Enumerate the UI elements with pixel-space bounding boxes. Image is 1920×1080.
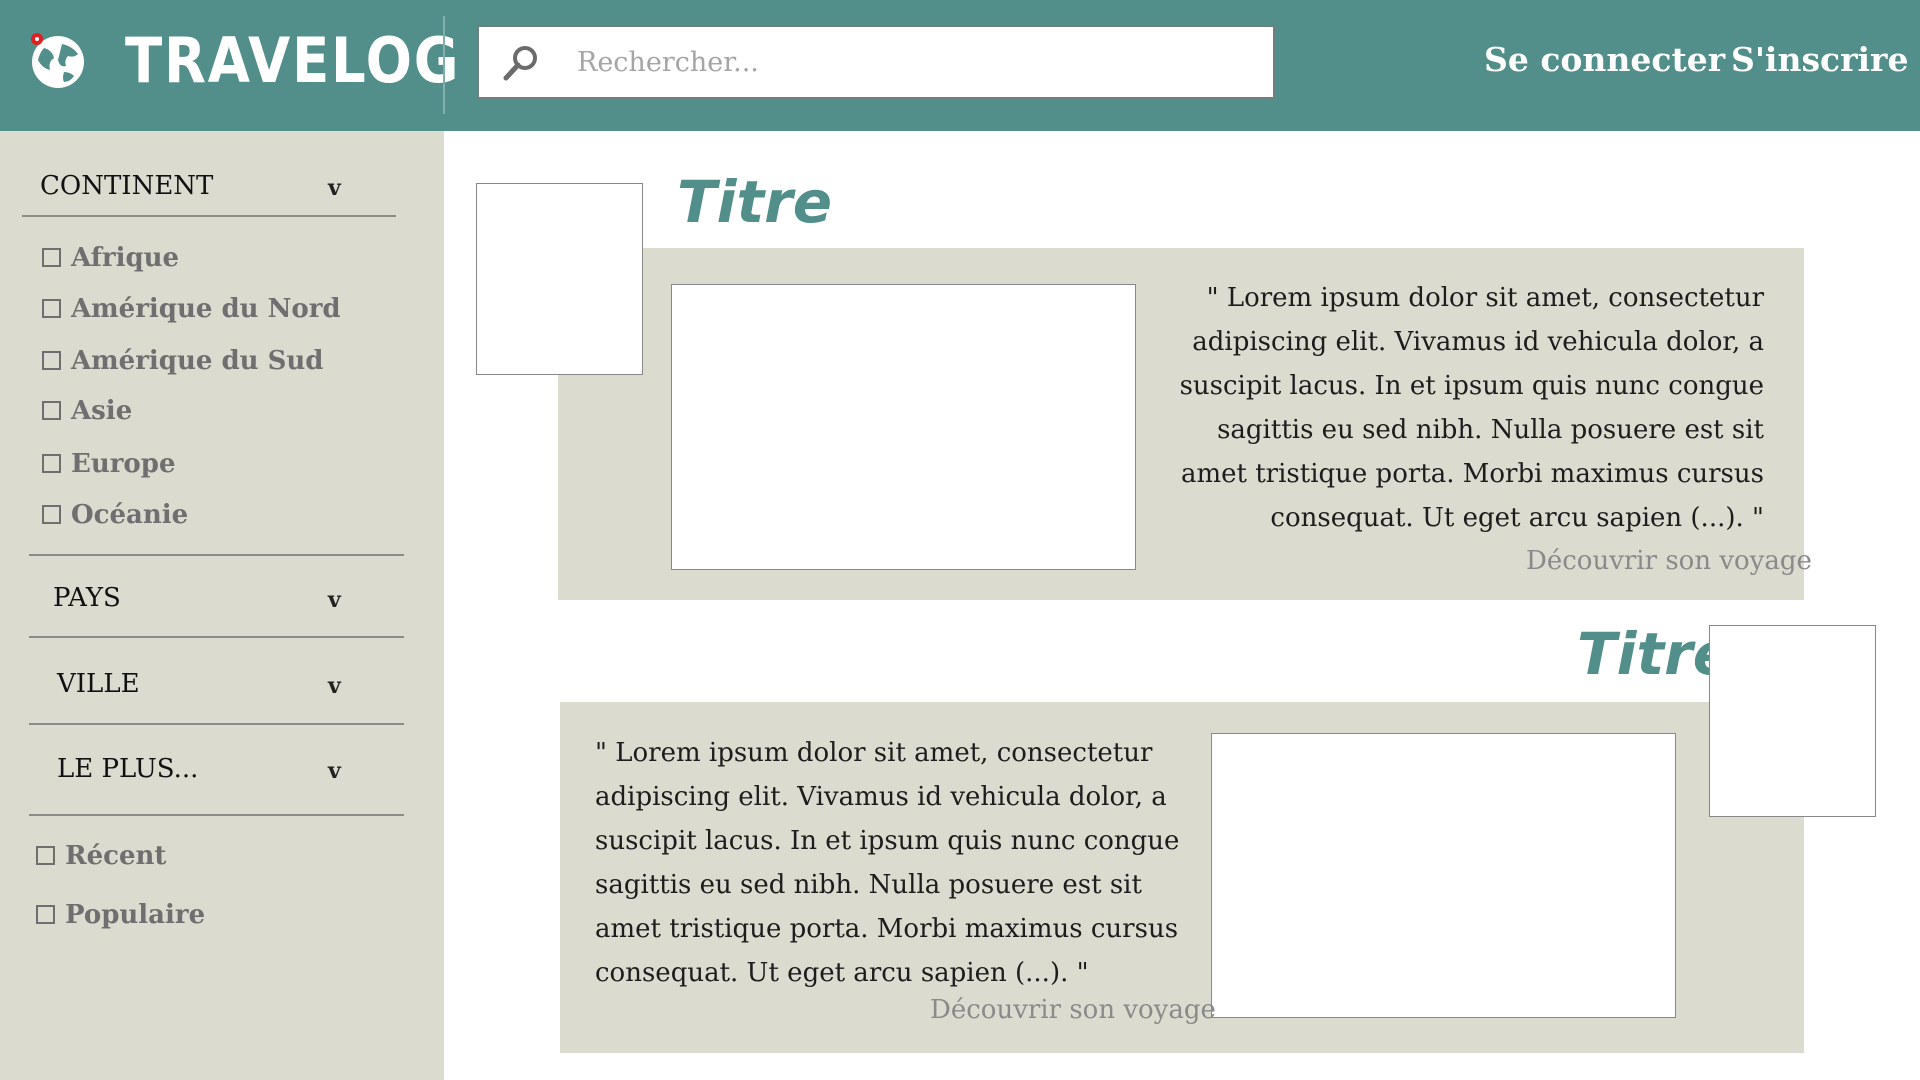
login-link[interactable]: Se connecter (1484, 40, 1725, 79)
filter-ville-label: VILLE (57, 669, 140, 699)
chevron-down-icon: v (328, 175, 341, 201)
search-bar[interactable] (477, 25, 1275, 99)
signup-link[interactable]: S'inscrire (1731, 40, 1908, 79)
filter-le-plus-toggle[interactable]: LE PLUS... v (57, 754, 357, 788)
checkbox-oceanie[interactable]: Océanie (42, 500, 188, 530)
card-excerpt: " Lorem ipsum dolor sit amet, consectetu… (595, 738, 1180, 988)
brand-name[interactable]: TRAVELOG (125, 24, 460, 97)
checkbox-icon[interactable] (42, 401, 61, 420)
divider (29, 723, 404, 725)
checkbox-icon[interactable] (42, 299, 61, 318)
checkbox-asie[interactable]: Asie (42, 396, 132, 426)
discover-trip-link[interactable]: Découvrir son voyage (1526, 546, 1812, 576)
checkbox-icon[interactable] (36, 905, 55, 924)
filter-continent-toggle[interactable]: CONTINENT v (40, 171, 350, 205)
search-input[interactable] (577, 27, 1257, 97)
globe-logo-icon[interactable] (28, 30, 88, 90)
filter-le-plus-label: LE PLUS... (57, 754, 199, 784)
filter-ville-toggle[interactable]: VILLE v (57, 669, 357, 703)
card-image[interactable] (1211, 733, 1676, 1018)
checkbox-populaire[interactable]: Populaire (36, 900, 205, 930)
checkbox-amerique-du-sud[interactable]: Amérique du Sud (42, 346, 323, 376)
discover-trip-link[interactable]: Découvrir son voyage (930, 995, 1216, 1025)
top-header: TRAVELOG Se connecter S'inscrire (0, 0, 1920, 131)
checkbox-amerique-du-nord[interactable]: Amérique du Nord (42, 294, 341, 324)
card-excerpt: " Lorem ipsum dolor sit amet, consectetu… (1179, 283, 1764, 533)
filter-pays-label: PAYS (53, 583, 121, 613)
chevron-down-icon: v (328, 673, 341, 699)
divider (29, 636, 404, 638)
checkbox-icon[interactable] (36, 846, 55, 865)
search-icon[interactable] (501, 43, 541, 83)
checkbox-icon[interactable] (42, 505, 61, 524)
filter-sidebar: CONTINENT v Afrique Amérique du Nord Amé… (0, 131, 444, 1080)
card-title[interactable]: Titre (677, 168, 832, 236)
card-image[interactable] (671, 284, 1136, 570)
checkbox-icon[interactable] (42, 248, 61, 267)
chevron-down-icon: v (328, 587, 341, 613)
author-avatar[interactable] (1709, 625, 1876, 817)
filter-pays-toggle[interactable]: PAYS v (53, 583, 353, 617)
divider (29, 554, 404, 556)
checkbox-europe[interactable]: Europe (42, 449, 175, 479)
divider (29, 814, 404, 816)
divider (22, 215, 396, 217)
checkbox-recent[interactable]: Récent (36, 841, 166, 871)
checkbox-icon[interactable] (42, 454, 61, 473)
author-avatar[interactable] (476, 183, 643, 375)
chevron-down-icon: v (328, 758, 341, 784)
header-divider (443, 16, 445, 114)
checkbox-afrique[interactable]: Afrique (42, 243, 179, 273)
filter-continent-label: CONTINENT (40, 171, 214, 201)
checkbox-icon[interactable] (42, 351, 61, 370)
